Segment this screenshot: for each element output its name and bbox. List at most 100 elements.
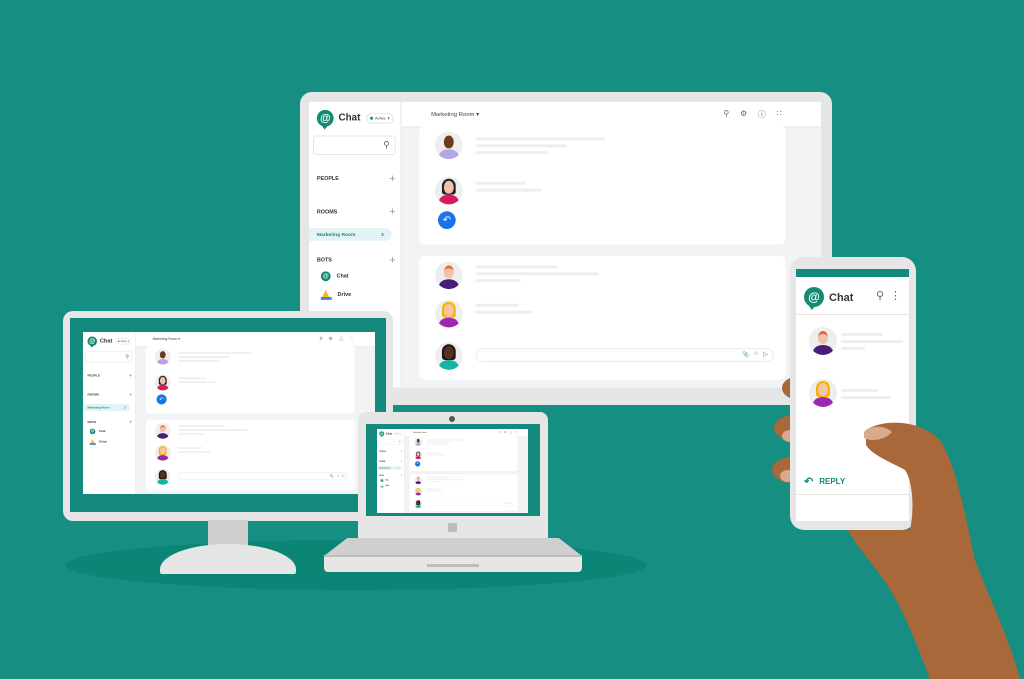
chat-app: @ Chat Active ▾ ⚲ PEOPLE + ROOMS + Marke… [83, 332, 375, 494]
room-title: Marketing Room [152, 337, 178, 341]
search-input[interactable]: ⚲ [85, 351, 133, 363]
section-people: PEOPLE + [317, 173, 396, 185]
bot-item-chat[interactable]: @ Chat [380, 478, 389, 482]
add-bot-icon[interactable]: + [401, 474, 403, 477]
add-person-icon[interactable]: + [389, 173, 395, 185]
message-line [426, 477, 451, 479]
help-icon[interactable]: ⓘ [758, 109, 766, 120]
status-label: Active [396, 433, 400, 435]
phone-screen: @ Chat ⚲ ⋮ ↶ REPLY [796, 269, 909, 521]
compose-actions: 📎 ☺ ▷ [330, 474, 345, 478]
reply-arrow-icon: ↶ [804, 476, 814, 488]
search-icon[interactable]: ⚲ [125, 353, 129, 359]
phone-app-bar: @ Chat ⚲ ⋮ [796, 277, 909, 315]
message-line [426, 452, 441, 454]
message-line [177, 381, 216, 384]
search-icon[interactable]: ⚲ [399, 440, 401, 443]
apps-grid-icon[interactable]: ∷ [777, 109, 782, 120]
sidebar: @ Chat Active ▾ ⚲ PEOPLE + ROOMS + Marke… [377, 429, 405, 513]
reply-button[interactable]: ↶ REPLY [804, 475, 845, 488]
add-room-icon[interactable]: + [389, 206, 395, 218]
attach-icon[interactable]: 📎 [330, 474, 334, 478]
section-bots: BOTS + [379, 474, 402, 477]
message-compose-input[interactable]: 📎 ☺ ▷ [177, 472, 349, 481]
avatar [809, 327, 837, 355]
emoji-icon[interactable]: ☺ [753, 351, 759, 358]
send-icon[interactable]: ▷ [511, 502, 512, 505]
message-thread: 📎 ☺ ▷ [409, 474, 518, 511]
phone-actions: ⚲ ⋮ [876, 289, 901, 302]
search-icon[interactable]: ⚲ [319, 336, 322, 342]
section-people: PEOPLE + [87, 372, 132, 379]
send-icon[interactable]: ▷ [763, 351, 768, 358]
bot-label: Chat [385, 479, 389, 482]
section-label: BOTS [87, 420, 97, 425]
section-label: ROOMS [316, 209, 338, 216]
message-thread: 📎 ☺ ▷ [145, 419, 355, 491]
search-icon[interactable]: ⚲ [876, 289, 884, 302]
bot-item-drive[interactable]: Drive [320, 290, 351, 300]
room-title-dropdown[interactable]: Marketing Room ▾ [153, 337, 180, 341]
search-input[interactable]: ⚲ [312, 135, 396, 156]
add-bot-icon[interactable]: + [129, 419, 133, 426]
message-line [475, 188, 542, 192]
reply-button[interactable]: ↶ [156, 394, 167, 405]
help-icon[interactable]: ⓘ [339, 336, 343, 342]
sidebar-item-marketing-room[interactable]: Marketing Room 2 [377, 466, 402, 470]
message-line [177, 447, 203, 449]
avatar [154, 444, 171, 461]
bot-item-chat[interactable]: @ Chat [320, 271, 349, 282]
settings-icon[interactable]: ⚙ [740, 109, 747, 120]
add-person-icon[interactable]: + [129, 372, 133, 379]
small-monitor: @ Chat Active ▾ ⚲ PEOPLE + ROOMS + Marke… [63, 311, 393, 521]
search-input[interactable]: ⚲ [378, 438, 403, 445]
bot-label: Drive [99, 440, 108, 444]
sidebar-item-marketing-room[interactable]: Marketing Room 2 [309, 228, 392, 241]
settings-icon[interactable]: ⚙ [329, 336, 333, 342]
status-dropdown[interactable]: Active ▾ [393, 432, 402, 436]
brand: @ Chat [316, 109, 360, 130]
room-title-dropdown[interactable]: Marketing Room ▾ [413, 432, 427, 434]
message-line [841, 333, 883, 336]
apps-grid-icon[interactable]: ∷ [350, 336, 353, 342]
section-rooms: ROOMS + [317, 206, 396, 218]
bot-item-drive[interactable]: Drive [89, 439, 108, 445]
bot-item-chat[interactable]: @ Chat [89, 428, 106, 435]
room-label: Marketing Room [379, 467, 391, 469]
message-compose-input[interactable]: 📎 ☺ ▷ [426, 501, 515, 506]
search-icon[interactable]: ⚲ [499, 431, 501, 434]
laptop-screen: @ Chat Active ▾ ⚲ PEOPLE + ROOMS + Marke… [377, 429, 528, 513]
send-icon[interactable]: ▷ [342, 474, 345, 478]
message-line [177, 377, 207, 380]
status-bar [796, 269, 909, 277]
message-line [177, 360, 220, 362]
section-label: BOTS [379, 474, 384, 477]
more-vert-icon[interactable]: ⋮ [890, 289, 901, 302]
avatar [414, 451, 423, 460]
message-thread: 📎 ☺ ▷ [419, 255, 786, 380]
apps-grid-icon[interactable]: ∷ [515, 431, 516, 434]
message-compose-input[interactable]: 📎 ☺ ▷ [475, 348, 774, 362]
attach-icon[interactable]: 📎 [742, 351, 749, 358]
message-line [475, 303, 519, 307]
reply-button[interactable]: ↶ [437, 211, 456, 230]
room-title-dropdown[interactable]: Marketing Room ▾ [431, 111, 479, 118]
sidebar-item-marketing-room[interactable]: Marketing Room 2 [83, 403, 131, 412]
search-icon[interactable]: ⚲ [723, 109, 729, 120]
header-actions: ⚲ ⚙ ⓘ ∷ [499, 431, 516, 434]
add-bot-icon[interactable]: + [389, 255, 395, 267]
search-icon[interactable]: ⚲ [383, 139, 389, 150]
emoji-icon[interactable]: ☺ [336, 474, 339, 478]
add-room-icon[interactable]: + [401, 460, 403, 463]
add-person-icon[interactable]: + [401, 450, 403, 453]
settings-icon[interactable]: ⚙ [504, 431, 506, 434]
section-people: PEOPLE + [379, 450, 402, 453]
status-dropdown[interactable]: Active ▾ [115, 338, 132, 345]
reply-button[interactable]: ↶ [415, 461, 421, 467]
bot-item-drive[interactable]: Drive [380, 484, 389, 488]
emoji-icon[interactable]: ☺ [508, 502, 510, 504]
attach-icon[interactable]: 📎 [505, 502, 507, 505]
help-icon[interactable]: ⓘ [509, 431, 511, 434]
status-dropdown[interactable]: Active ▾ [366, 112, 394, 124]
add-room-icon[interactable]: + [129, 392, 133, 399]
